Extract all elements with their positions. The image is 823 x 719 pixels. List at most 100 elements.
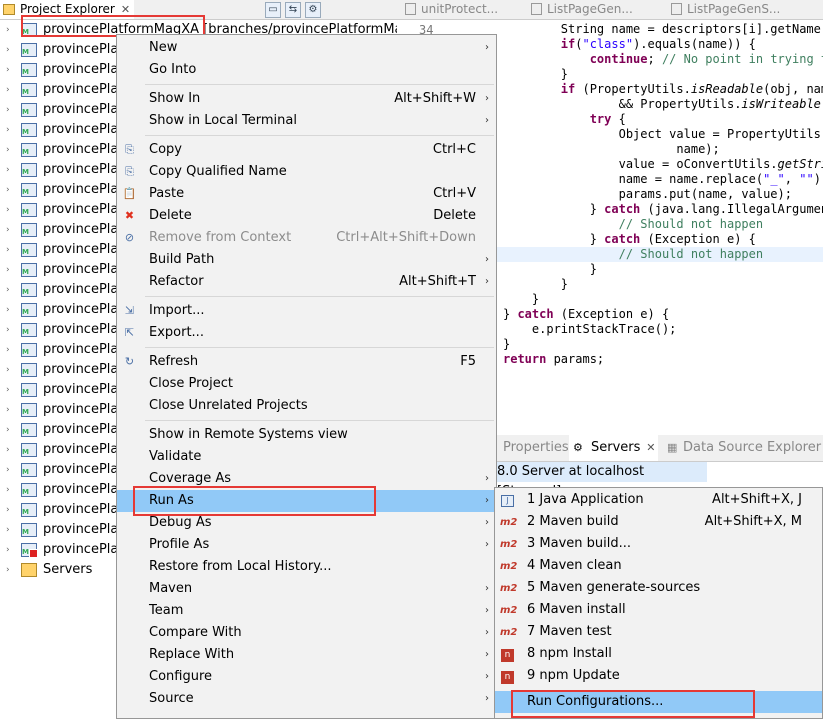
menu-item-go-into[interactable]: Go Into — [117, 59, 496, 81]
collapse-all-icon[interactable]: ▭ — [265, 2, 281, 18]
menu-item-copy[interactable]: ⎘ Copy Ctrl+C — [117, 139, 496, 161]
expand-arrow-icon[interactable]: › — [6, 380, 10, 400]
tree-item-label: provincePlat — [43, 422, 124, 437]
expand-arrow-icon[interactable]: › — [6, 320, 10, 340]
expand-arrow-icon[interactable]: › — [6, 400, 10, 420]
menu-item-export[interactable]: ⇱ Export... — [117, 322, 496, 344]
menu-item-show-in-local-terminal[interactable]: Show in Local Terminal › — [117, 110, 496, 132]
tree-item-label: provincePlat — [43, 522, 124, 537]
expand-arrow-icon[interactable]: › — [6, 500, 10, 520]
menu-item-label: Refresh — [149, 354, 199, 369]
code-token: isWriteable — [741, 97, 821, 111]
tab-data-source-explorer[interactable]: ▦ Data Source Explorer — [665, 435, 821, 461]
link-editor-icon[interactable]: ⇆ — [285, 2, 301, 18]
copy-qualified-icon: ⎘ — [125, 165, 134, 178]
submenu-item-7-maven-test[interactable]: m2 7 Maven test — [495, 621, 822, 643]
code-token: params.put(name, value); — [503, 187, 792, 201]
submenu-item-5-maven-generate-sources[interactable]: m2 5 Maven generate-sources — [495, 577, 822, 599]
expand-arrow-icon[interactable]: › — [6, 520, 10, 540]
expand-arrow-icon[interactable]: › — [6, 40, 10, 60]
expand-arrow-icon[interactable]: › — [6, 360, 10, 380]
editor-tab[interactable]: ListPageGen... — [527, 0, 633, 19]
expand-arrow-icon[interactable]: › — [6, 560, 10, 580]
expand-arrow-icon[interactable]: › — [6, 60, 10, 80]
view-menu-icon[interactable]: ⚙ — [305, 2, 321, 18]
menu-item-validate[interactable]: Validate — [117, 446, 496, 468]
expand-arrow-icon[interactable]: › — [6, 280, 10, 300]
code-line: name = name.replace("_", "").t — [503, 172, 823, 187]
menu-item-source[interactable]: Source › — [117, 688, 496, 710]
menu-item-close-project[interactable]: Close Project — [117, 373, 496, 395]
expand-arrow-icon[interactable]: › — [6, 140, 10, 160]
submenu-item-9-npm-update[interactable]: n 9 npm Update — [495, 665, 822, 687]
editor-tab[interactable]: ListPageGenS... — [667, 0, 780, 19]
menu-item-import[interactable]: ⇲ Import... — [117, 300, 496, 322]
submenu-item-1-java-application[interactable]: J 1 Java Application Alt+Shift+X, J — [495, 489, 822, 511]
submenu-item-6-maven-install[interactable]: m2 6 Maven install — [495, 599, 822, 621]
submenu-item-3-maven-build[interactable]: m2 3 Maven build... — [495, 533, 822, 555]
code-line: // Should not happen — [503, 217, 764, 232]
menu-item-label: Show in Remote Systems view — [149, 427, 348, 442]
expand-arrow-icon[interactable]: › — [6, 420, 10, 440]
expand-arrow-icon[interactable]: › — [6, 540, 10, 560]
menu-item-copy-qualified-name[interactable]: ⎘ Copy Qualified Name — [117, 161, 496, 183]
expand-arrow-icon[interactable]: › — [6, 160, 10, 180]
expand-arrow-icon[interactable]: › — [6, 260, 10, 280]
menu-item-team[interactable]: Team › — [117, 600, 496, 622]
submenu-item-8-npm-install[interactable]: n 8 npm Install — [495, 643, 822, 665]
expand-arrow-icon[interactable]: › — [6, 460, 10, 480]
tab-servers[interactable]: ⚙ Servers ✕ — [569, 435, 659, 461]
menu-accelerator: Alt+Shift+T — [399, 274, 476, 289]
expand-arrow-icon[interactable]: › — [6, 180, 10, 200]
menu-item-profile-as[interactable]: Profile As › — [117, 534, 496, 556]
menu-item-build-path[interactable]: Build Path › — [117, 249, 496, 271]
submenu-arrow-icon: › — [485, 627, 489, 638]
expand-arrow-icon[interactable]: › — [6, 300, 10, 320]
code-token: Object value = PropertyUtils.g — [503, 127, 823, 141]
expand-arrow-icon[interactable]: › — [6, 200, 10, 220]
menu-item-show-in[interactable]: Show In Alt+Shift+W › — [117, 88, 496, 110]
submenu-arrow-icon: › — [485, 473, 489, 484]
expand-arrow-icon[interactable]: › — [6, 220, 10, 240]
menu-item-show-in-remote-systems-view[interactable]: Show in Remote Systems view — [117, 424, 496, 446]
expand-arrow-icon[interactable]: › — [6, 100, 10, 120]
submenu-arrow-icon: › — [485, 605, 489, 616]
menu-item-remove-from-context[interactable]: ⊘ Remove from Context Ctrl+Alt+Shift+Down — [117, 227, 496, 249]
menu-item-label: Close Project — [149, 376, 234, 391]
menu-item-new[interactable]: New › — [117, 37, 496, 59]
menu-item-label: Close Unrelated Projects — [149, 398, 308, 413]
close-icon[interactable]: ✕ — [646, 435, 655, 461]
menu-item-delete[interactable]: ✖ Delete Delete — [117, 205, 496, 227]
menu-separator — [145, 347, 494, 348]
menu-item-refactor[interactable]: Refactor Alt+Shift+T › — [117, 271, 496, 293]
menu-item-paste[interactable]: 📋 Paste Ctrl+V — [117, 183, 496, 205]
expand-arrow-icon[interactable]: › — [6, 440, 10, 460]
menu-item-close-unrelated-projects[interactable]: Close Unrelated Projects — [117, 395, 496, 417]
code-token: (obj, name — [763, 82, 823, 96]
menu-item-compare-with[interactable]: Compare With › — [117, 622, 496, 644]
expand-arrow-icon[interactable]: › — [6, 340, 10, 360]
paste-icon: 📋 — [122, 187, 137, 200]
menu-item-configure[interactable]: Configure › — [117, 666, 496, 688]
expand-arrow-icon[interactable]: › — [6, 480, 10, 500]
maven-project-icon: M — [21, 423, 37, 437]
expand-arrow-icon[interactable]: › — [6, 20, 10, 40]
maven-project-icon: M — [21, 503, 37, 517]
menu-item-restore-from-local-history[interactable]: Restore from Local History... — [117, 556, 496, 578]
code-token: (java.lang.IllegalArgument — [640, 202, 823, 216]
menu-item-maven[interactable]: Maven › — [117, 578, 496, 600]
maven-project-icon: M — [21, 163, 37, 177]
server-row[interactable]: 8.0 Server at localhost [Stopped] — [497, 462, 707, 499]
tab-properties[interactable]: Properties — [503, 435, 569, 461]
submenu-arrow-icon: › — [485, 276, 489, 287]
tree-item-label: provincePlat — [43, 142, 124, 157]
submenu-item-4-maven-clean[interactable]: m2 4 Maven clean — [495, 555, 822, 577]
expand-arrow-icon[interactable]: › — [6, 240, 10, 260]
menu-item-replace-with[interactable]: Replace With › — [117, 644, 496, 666]
expand-arrow-icon[interactable]: › — [6, 120, 10, 140]
menu-item-refresh[interactable]: ↻ Refresh F5 — [117, 351, 496, 373]
editor-tab[interactable]: unitProtect... — [401, 0, 498, 19]
maven-project-icon: M — [21, 263, 37, 277]
expand-arrow-icon[interactable]: › — [6, 80, 10, 100]
submenu-item-2-maven-build[interactable]: m2 2 Maven build Alt+Shift+X, M — [495, 511, 822, 533]
